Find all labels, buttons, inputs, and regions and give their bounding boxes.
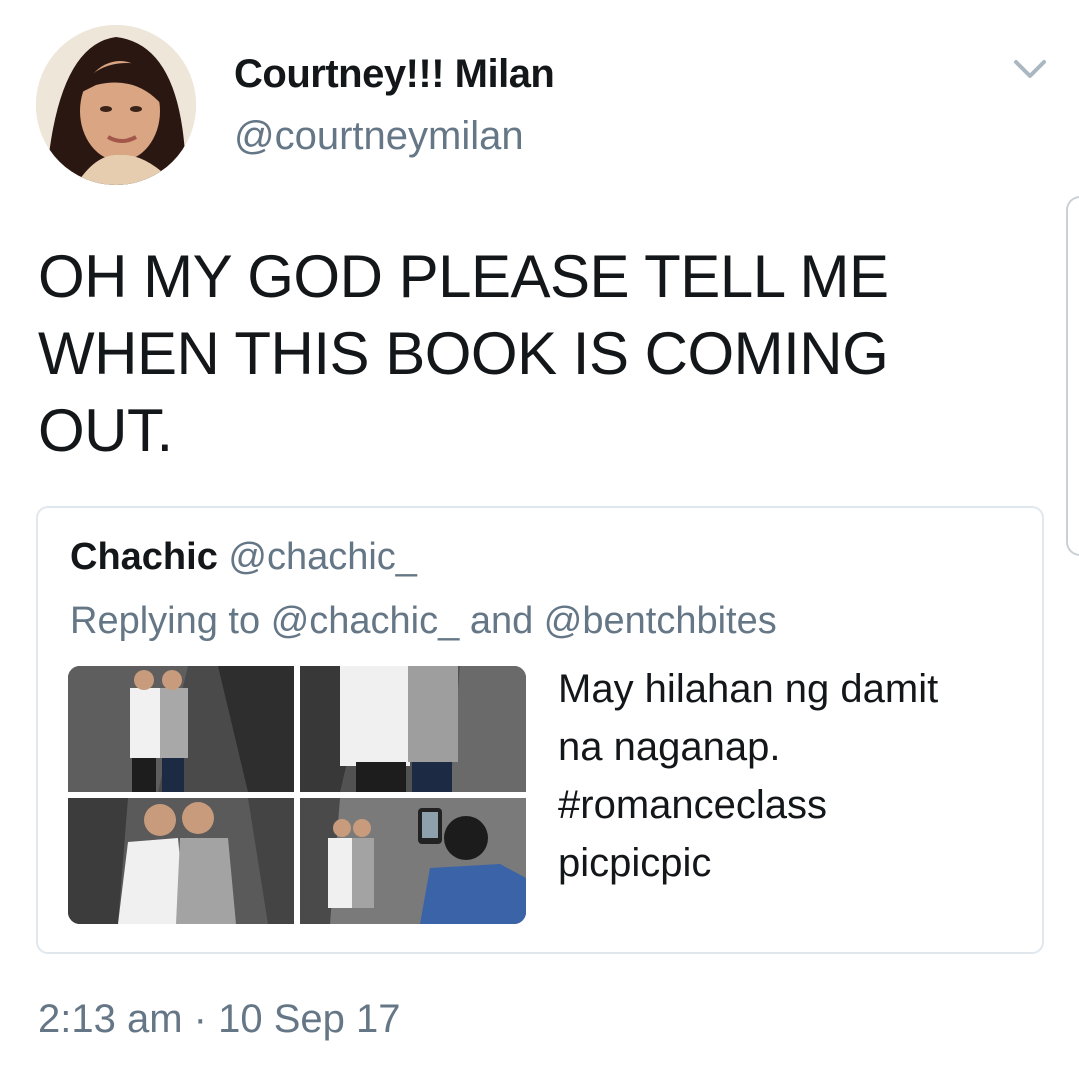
photo-thumbnail[interactable] <box>68 666 294 792</box>
tweet-text: OH MY GOD PLEASE TELL ME WHEN THIS BOOK … <box>38 238 1038 469</box>
tweet-timestamp[interactable]: 2:13 am · 10 Sep 17 <box>38 997 401 1042</box>
quoted-tweet-card[interactable]: Chachic @chachic_ Replying to @chachic_ … <box>36 506 1044 954</box>
photo-thumbnail[interactable] <box>300 666 526 792</box>
timestamp-time: 2:13 am <box>38 997 183 1041</box>
quoted-text-line: na naganap. <box>558 725 781 769</box>
quoted-author-handle[interactable]: @chachic_ <box>228 536 417 578</box>
avatar-image <box>36 25 196 185</box>
photo-image <box>68 798 294 924</box>
photo-grid <box>68 666 526 924</box>
photo-image <box>300 666 526 792</box>
tweet-text-line: OH MY GOD PLEASE TELL ME <box>38 243 889 310</box>
scrollbar-handle[interactable] <box>1066 196 1079 556</box>
author-display-name[interactable]: Courtney!!! Milan <box>234 52 555 97</box>
quoted-text-line: May hilahan ng damit <box>558 667 939 711</box>
photo-image <box>68 666 294 792</box>
author-avatar[interactable] <box>36 25 196 185</box>
replying-to-line: Replying to @chachic_ and @bentchbites <box>70 600 777 643</box>
replying-to-label: Replying to <box>70 600 261 642</box>
quoted-tweet-text: May hilahan ng damit na naganap. #romanc… <box>558 660 1018 892</box>
quoted-author-name[interactable]: Chachic <box>70 536 218 578</box>
tweet-text-line: OUT. <box>38 397 173 464</box>
photo-thumbnail[interactable] <box>300 798 526 924</box>
reply-joiner: and <box>469 600 534 642</box>
author-handle[interactable]: @courtneymilan <box>234 114 524 159</box>
timestamp-date: 10 Sep 17 <box>218 997 401 1041</box>
reply-mention-link[interactable]: @bentchbites <box>544 600 777 642</box>
photo-image <box>300 798 526 924</box>
quoted-tweet-header: Chachic @chachic_ <box>70 536 417 579</box>
reply-mention-link[interactable]: @chachic_ <box>271 600 460 642</box>
quoted-text-line: picpicpic <box>558 841 712 885</box>
hashtag-link[interactable]: #romanceclass <box>558 776 1018 834</box>
tweet-text-line: WHEN THIS BOOK IS COMING <box>38 320 889 387</box>
chevron-down-icon[interactable] <box>1010 54 1050 82</box>
timestamp-separator: · <box>193 997 207 1041</box>
photo-thumbnail[interactable] <box>68 798 294 924</box>
